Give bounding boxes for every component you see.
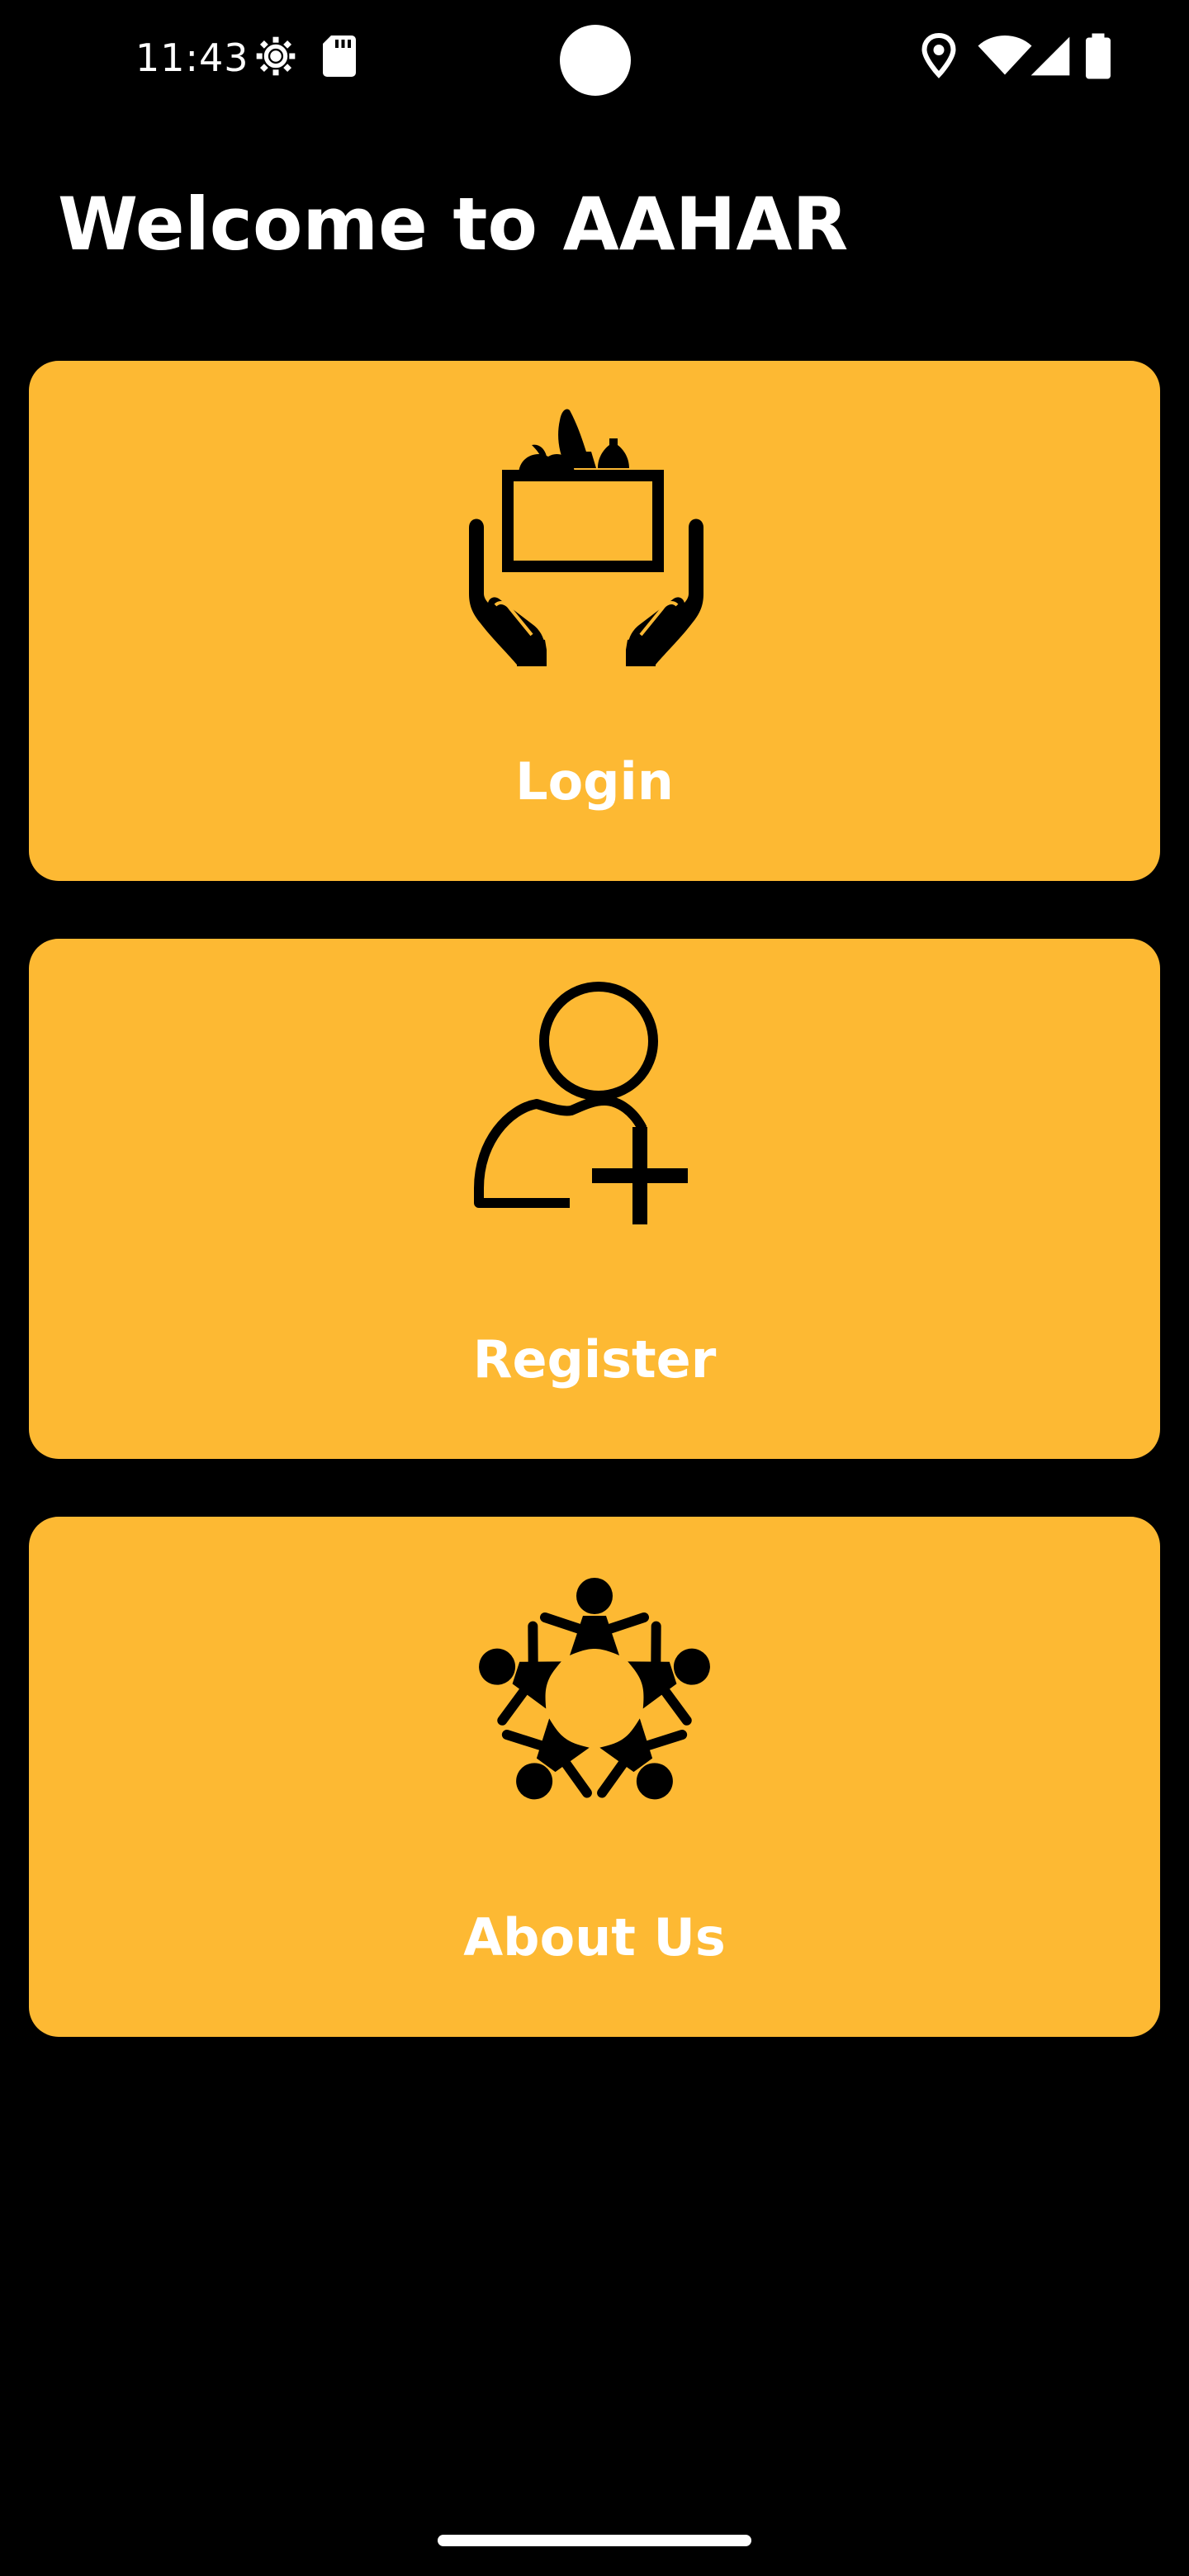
community-circle-icon	[462, 1558, 727, 1822]
about-us-label: About Us	[463, 1907, 726, 1968]
register-label: Register	[472, 1329, 717, 1390]
register-card[interactable]: Register	[29, 939, 1160, 1459]
camera-cutout	[560, 25, 631, 96]
add-user-icon	[462, 980, 727, 1244]
battery-icon	[1082, 31, 1115, 81]
login-label: Login	[515, 751, 674, 812]
cell-signal-icon	[1027, 31, 1073, 81]
status-bar: 11:43	[0, 0, 1189, 116]
wifi-icon	[976, 31, 1034, 81]
about-us-card[interactable]: About Us	[29, 1517, 1160, 2037]
home-indicator[interactable]	[438, 2535, 751, 2546]
settings-gear-icon	[253, 31, 299, 81]
location-icon	[918, 31, 964, 81]
sd-card-icon	[319, 31, 365, 81]
food-donation-hands-icon	[462, 402, 727, 696]
page-title: Welcome to AAHAR	[58, 182, 849, 267]
login-card[interactable]: Login	[29, 361, 1160, 881]
status-time: 11:43	[135, 36, 249, 80]
